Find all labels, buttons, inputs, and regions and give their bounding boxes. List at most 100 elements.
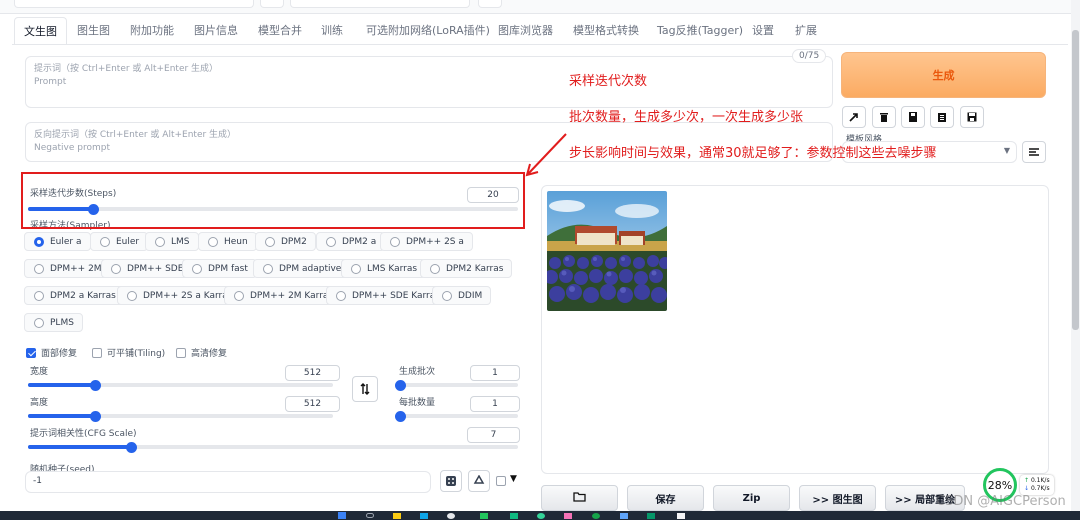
arrow-diagonal-icon[interactable] bbox=[842, 106, 866, 128]
clipboard-icon[interactable] bbox=[930, 106, 954, 128]
sampler-option-dpm2-a-karras[interactable]: DPM2 a Karras bbox=[24, 286, 125, 305]
send-to-img2img-button[interactable]: >> 图生图 bbox=[799, 485, 876, 511]
sampler-option-euler[interactable]: Euler bbox=[90, 232, 149, 251]
tab-extensions[interactable]: 扩展 bbox=[786, 17, 826, 45]
height-value[interactable]: 512 bbox=[285, 396, 340, 412]
sampler-option-label: DPM++ 2M Karras bbox=[250, 290, 334, 301]
radio-dot bbox=[326, 236, 336, 247]
tab-settings[interactable]: 设置 bbox=[743, 17, 783, 45]
height-slider[interactable] bbox=[28, 410, 333, 422]
sampler-option-dpm2[interactable]: DPM2 bbox=[255, 232, 316, 251]
tab-extras[interactable]: 附加功能 bbox=[121, 17, 183, 45]
sampler-option-dpmpp-2m[interactable]: DPM++ 2M bbox=[24, 259, 111, 278]
taskbar-app-icon[interactable] bbox=[592, 513, 600, 519]
swap-dimensions-icon[interactable] bbox=[352, 376, 378, 402]
tab-image-browser[interactable]: 图库浏览器 bbox=[489, 17, 562, 45]
sampler-option-euler-a[interactable]: Euler a bbox=[24, 232, 91, 251]
apply-style-icon[interactable] bbox=[1022, 141, 1046, 163]
model-selector-stub[interactable] bbox=[14, 0, 254, 8]
sampler-option-dpm-adaptive[interactable]: DPM adaptive bbox=[253, 259, 351, 278]
sampler-option-heun[interactable]: Heun bbox=[198, 232, 257, 251]
tab-model-converter[interactable]: 模型格式转换 bbox=[564, 17, 648, 45]
generate-button[interactable]: 生成 bbox=[841, 52, 1046, 98]
width-thumb[interactable] bbox=[90, 379, 102, 391]
taskbar-search-icon[interactable] bbox=[366, 513, 374, 518]
tab-checkpoint-merger[interactable]: 模型合并 bbox=[249, 17, 311, 45]
extra-seed-toggle-icon[interactable]: ▼ bbox=[510, 474, 517, 484]
checkbox-box[interactable] bbox=[92, 347, 102, 358]
tab-img2img[interactable]: 图生图 bbox=[68, 17, 119, 45]
watermark: CSDN @AIGCPerson bbox=[936, 494, 1066, 509]
tab-txt2img[interactable]: 文生图 bbox=[14, 17, 67, 45]
hires-fix-checkbox[interactable]: 高清修复 bbox=[176, 346, 227, 359]
taskbar-app-icon[interactable] bbox=[480, 513, 488, 519]
recycle-icon[interactable] bbox=[468, 470, 490, 492]
refresh-stub[interactable] bbox=[260, 0, 284, 8]
open-folder-button[interactable] bbox=[541, 485, 618, 511]
batch-size-thumb[interactable] bbox=[395, 410, 406, 422]
taskbar-app-icon[interactable] bbox=[620, 513, 628, 519]
face-restore-label: 面部修复 bbox=[41, 349, 78, 359]
sampler-option-dpm2-a[interactable]: DPM2 a bbox=[316, 232, 386, 251]
batch-size-value[interactable]: 1 bbox=[470, 396, 520, 412]
sampler-option-label: DPM++ 2S a bbox=[406, 236, 464, 247]
cfg-slider[interactable] bbox=[28, 441, 518, 453]
scrollbar-thumb[interactable] bbox=[1072, 30, 1079, 330]
taskbar-browser-icon[interactable] bbox=[447, 513, 455, 519]
sampler-option-dpmpp-sde-karras[interactable]: DPM++ SDE Karras bbox=[326, 286, 449, 305]
tiling-checkbox[interactable]: 可平铺(Tiling) bbox=[92, 346, 165, 359]
cfg-thumb[interactable] bbox=[125, 441, 137, 453]
height-thumb[interactable] bbox=[90, 410, 102, 422]
batch-count-thumb[interactable] bbox=[395, 379, 406, 391]
sampler-option-ddim[interactable]: DDIM bbox=[432, 286, 492, 305]
prompt-input[interactable]: 提示词（按 Ctrl+Enter 或 Alt+Enter 生成） Prompt bbox=[25, 56, 833, 108]
taskbar-folder-icon[interactable] bbox=[393, 513, 401, 519]
vae-selector-stub[interactable] bbox=[290, 0, 470, 8]
trash-icon[interactable] bbox=[872, 106, 896, 128]
sampler-option-dpmpp-2s-a-karras[interactable]: DPM++ 2S a Karras bbox=[117, 286, 242, 305]
cfg-value[interactable]: 7 bbox=[467, 427, 520, 443]
sampler-option-dpmpp-sde[interactable]: DPM++ SDE bbox=[101, 259, 193, 278]
taskbar-app-icon[interactable] bbox=[537, 513, 545, 519]
taskbar-app-icon[interactable] bbox=[677, 513, 685, 519]
taskbar-app-icon[interactable] bbox=[564, 513, 572, 519]
tab-additional-networks[interactable]: 可选附加网络(LoRA插件) bbox=[357, 17, 499, 45]
zip-button[interactable]: Zip bbox=[713, 485, 790, 511]
checkbox-box[interactable] bbox=[176, 347, 186, 358]
save-icon[interactable] bbox=[901, 106, 925, 128]
sampler-option-label: PLMS bbox=[50, 317, 74, 328]
tab-png-info[interactable]: 图片信息 bbox=[185, 17, 247, 45]
generated-image[interactable] bbox=[547, 191, 667, 311]
windows-start-icon[interactable] bbox=[338, 512, 346, 519]
sampler-option-dpm-fast[interactable]: DPM fast bbox=[182, 259, 257, 278]
batch-count-value[interactable]: 1 bbox=[470, 365, 520, 381]
checkbox-box[interactable] bbox=[26, 347, 36, 358]
width-value[interactable]: 512 bbox=[285, 365, 340, 381]
seed-input[interactable]: -1 bbox=[25, 471, 431, 493]
sampler-option-dpmpp-2s-a[interactable]: DPM++ 2S a bbox=[380, 232, 473, 251]
page-scrollbar[interactable] bbox=[1071, 0, 1080, 511]
sampler-option-dpm2-karras[interactable]: DPM2 Karras bbox=[420, 259, 513, 278]
taskbar-app-icon[interactable] bbox=[647, 513, 655, 519]
tab-tagger[interactable]: Tag反推(Tagger) bbox=[648, 17, 752, 45]
batch-size-slider[interactable] bbox=[395, 410, 518, 422]
height-label: 高度 bbox=[30, 398, 49, 408]
extra-seed-checkbox[interactable] bbox=[496, 476, 506, 486]
sampler-option-lms[interactable]: LMS bbox=[145, 232, 199, 251]
radio-dot bbox=[155, 236, 165, 247]
taskbar-app-icon[interactable] bbox=[510, 513, 518, 519]
dice-icon[interactable] bbox=[440, 470, 462, 492]
taskbar-app-icon[interactable] bbox=[420, 513, 428, 519]
annotation-steps-detail: 步长影响时间与效果，通常30就足够了：参数控制这些去噪步骤 bbox=[569, 146, 937, 161]
sampler-option-dpmpp-2m-karras[interactable]: DPM++ 2M Karras bbox=[224, 286, 343, 305]
save-button[interactable]: 保存 bbox=[627, 485, 704, 511]
face-restore-checkbox[interactable]: 面部修复 bbox=[26, 346, 77, 359]
tab-train[interactable]: 训练 bbox=[312, 17, 352, 45]
width-slider[interactable] bbox=[28, 379, 333, 391]
sampler-option-plms[interactable]: PLMS bbox=[24, 313, 83, 332]
floppy-icon[interactable] bbox=[960, 106, 984, 128]
settings-stub[interactable] bbox=[478, 0, 502, 8]
sampler-option-lms-karras[interactable]: LMS Karras bbox=[341, 259, 427, 278]
batch-count-slider[interactable] bbox=[395, 379, 518, 391]
cfg-fill bbox=[28, 445, 131, 449]
